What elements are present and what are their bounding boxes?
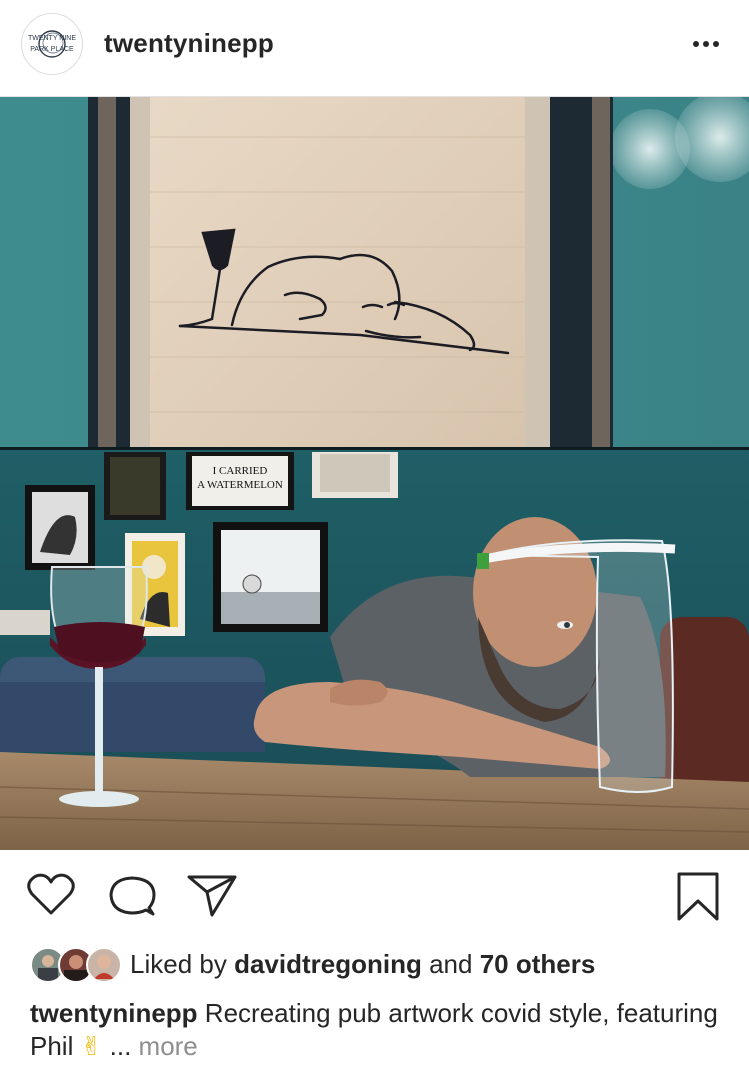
artwork-text-line-2: A WATERMELON [197, 479, 283, 491]
avatar-text-line-1: TWENTY NINE [28, 35, 76, 42]
post-header: TWENTY NINE PARK PLACE twentyninepp [0, 0, 749, 97]
liker-username[interactable]: davidtregoning [234, 949, 422, 979]
victory-hand-emoji: ✌ [80, 1032, 103, 1062]
avatar-text-line-2: PARK PLACE [30, 46, 74, 53]
paper-plane-icon [187, 875, 237, 917]
bookmark-icon [677, 872, 719, 921]
comment-button[interactable] [107, 872, 157, 923]
liker-avatars [30, 947, 122, 983]
save-button[interactable] [674, 871, 722, 928]
post-photo[interactable]: I CARRIED A WATERMELON [0, 97, 749, 850]
caption-more-link[interactable]: more [139, 1031, 198, 1061]
post-username[interactable]: twentyninepp [104, 28, 274, 59]
artwork-text-line-1: I CARRIED [213, 465, 268, 477]
like-button[interactable] [26, 872, 76, 923]
framed-drawing-photo [0, 97, 749, 450]
likes-others-count[interactable]: 70 others [480, 949, 596, 979]
liker-avatar [86, 947, 122, 983]
man-with-face-shield-photo: I CARRIED A WATERMELON [0, 450, 749, 850]
likes-prefix: Liked by [130, 949, 227, 979]
avatar[interactable]: TWENTY NINE PARK PLACE [21, 13, 83, 75]
action-bar [0, 850, 749, 945]
ellipsis-horizontal-icon [693, 41, 719, 47]
likes-text: Liked by davidtregoning and 70 others [130, 949, 595, 980]
share-button[interactable] [186, 872, 238, 923]
comment-bubble-icon [109, 876, 156, 916]
more-options-button[interactable] [688, 30, 724, 58]
caption-username[interactable]: twentyninepp [30, 998, 198, 1028]
caption-ellipsis: ... [109, 1031, 132, 1061]
likes-summary[interactable]: Liked by davidtregoning and 70 others [30, 945, 730, 987]
likes-conjunction: and [429, 949, 473, 979]
post-caption: twentyninepp Recreating pub artwork covi… [30, 997, 730, 1064]
heart-icon [27, 873, 75, 915]
